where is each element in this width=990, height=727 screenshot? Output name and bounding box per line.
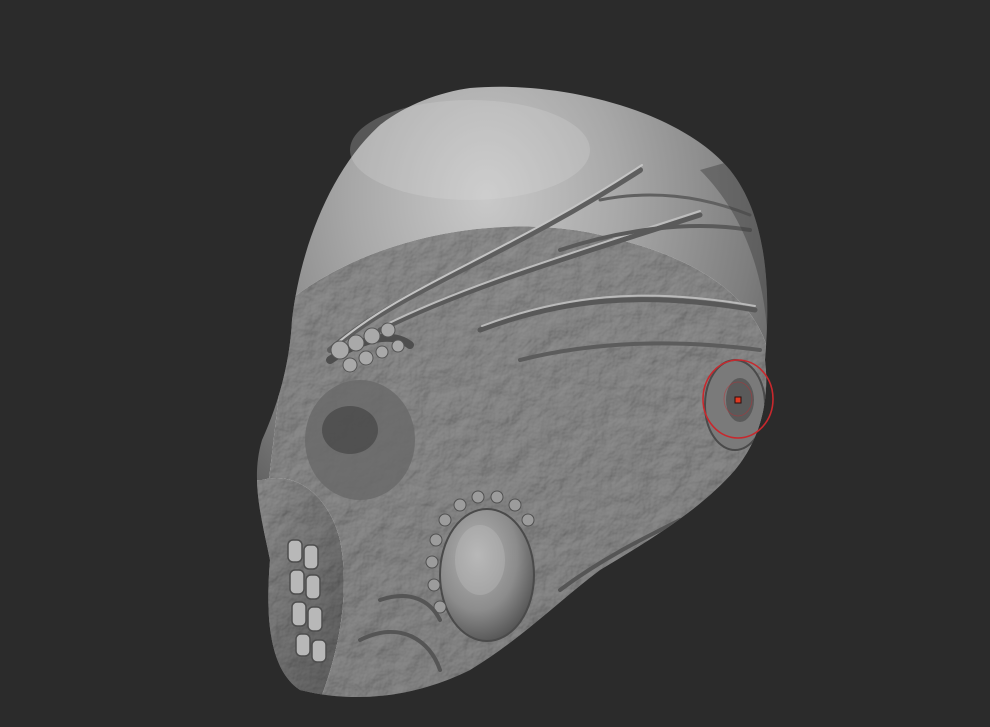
brush-cursor-icon bbox=[702, 359, 774, 439]
brush-center-dot bbox=[734, 396, 742, 404]
sculpt-viewport[interactable] bbox=[0, 0, 990, 727]
sculpted-head-model[interactable] bbox=[0, 0, 990, 727]
